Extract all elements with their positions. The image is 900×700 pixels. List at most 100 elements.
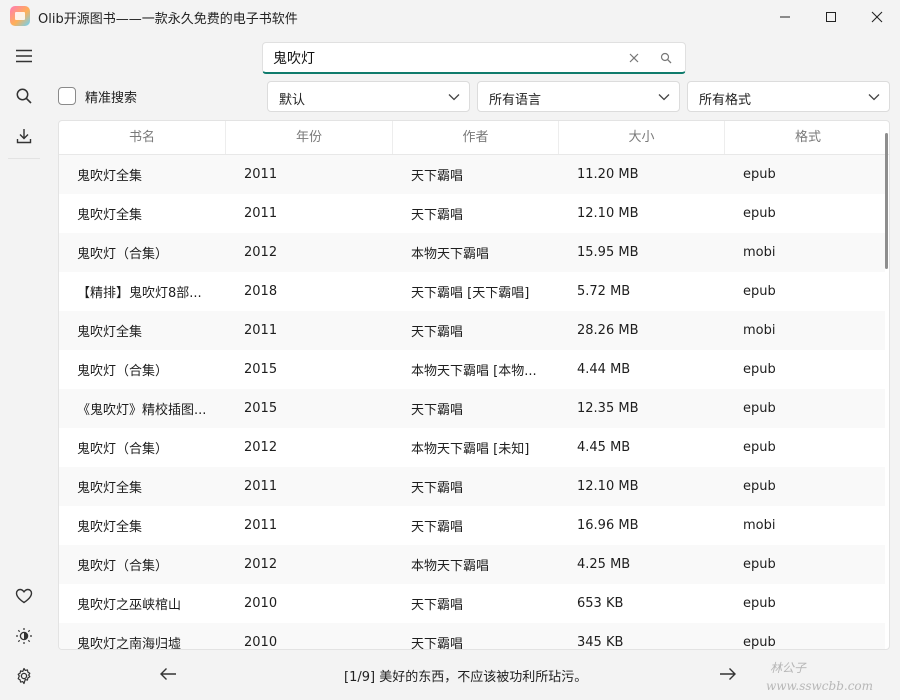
cell-size: 4.44 MB: [577, 362, 631, 377]
sidebar-item-search[interactable]: [6, 78, 42, 114]
table-row[interactable]: 鬼吹灯（合集） 2015 本物天下霸唱 [本物... 4.44 MB epub: [59, 350, 885, 389]
sidebar-item-downloads[interactable]: [6, 118, 42, 154]
table-body: 鬼吹灯全集 2011 天下霸唱 11.20 MB epub 鬼吹灯全集 2011 天下霸唱 12…: [59, 155, 885, 650]
column-header-year[interactable]: 年份: [226, 121, 393, 154]
sidebar-divider: [8, 158, 40, 159]
column-header-format[interactable]: 格式: [725, 121, 889, 154]
cell-format: epub: [743, 440, 776, 455]
table-row[interactable]: 鬼吹灯全集 2011 天下霸唱 11.20 MB epub: [59, 155, 885, 194]
close-button[interactable]: [854, 0, 900, 34]
table-row[interactable]: 【精排】鬼吹灯8部... 2018 天下霸唱 [天下霸唱] 5.72 MB epub: [59, 272, 885, 311]
table-row[interactable]: 鬼吹灯之南海归墟 2010 天下霸唱 345 KB epub: [59, 623, 885, 650]
results-table: 书名 年份 作者 大小 格式 鬼吹灯全集 2011 天下霸唱 11.20 MB epub…: [58, 120, 890, 650]
cell-title: 鬼吹灯全集: [77, 520, 143, 535]
minimize-button[interactable]: [762, 0, 808, 34]
cell-size: 12.35 MB: [577, 401, 639, 416]
cell-year: 2012: [244, 440, 278, 455]
table-row[interactable]: 鬼吹灯全集 2011 天下霸唱 28.26 MB mobi: [59, 311, 885, 350]
maximize-button[interactable]: [808, 0, 854, 34]
chevron-down-icon: [658, 91, 670, 103]
table-header: 书名 年份 作者 大小 格式: [59, 121, 889, 155]
minimize-icon: [780, 16, 790, 18]
table-row[interactable]: 《鬼吹灯》精校插图... 2015 天下霸唱 12.35 MB epub: [59, 389, 885, 428]
table-row[interactable]: 鬼吹灯全集 2011 天下霸唱 12.10 MB epub: [59, 467, 885, 506]
column-header-size[interactable]: 大小: [559, 121, 725, 154]
cell-format: epub: [743, 479, 776, 494]
exact-search-checkbox[interactable]: [58, 87, 76, 105]
cell-size: 28.26 MB: [577, 323, 639, 338]
cell-title: 【精排】鬼吹灯8部...: [77, 286, 202, 301]
hamburger-menu-icon: [16, 49, 32, 63]
cell-year: 2015: [244, 362, 278, 377]
cell-format: epub: [743, 635, 776, 650]
heart-icon: [15, 588, 33, 604]
format-dropdown-value: 所有格式: [699, 93, 752, 108]
cell-format: mobi: [743, 323, 776, 338]
format-dropdown[interactable]: 所有格式: [687, 81, 890, 112]
cell-author: 天下霸唱 [天下霸唱]: [411, 286, 530, 301]
cell-title: 鬼吹灯（合集）: [77, 442, 169, 457]
exact-search-label: 精准搜索: [85, 90, 138, 106]
cell-title: 鬼吹灯之南海归墟: [77, 637, 182, 650]
clear-search-button[interactable]: [625, 50, 643, 66]
cell-year: 2011: [244, 518, 278, 533]
cell-size: 4.25 MB: [577, 557, 631, 572]
sort-dropdown-value: 默认: [279, 93, 306, 108]
column-header-author[interactable]: 作者: [393, 121, 559, 154]
cell-author: 天下霸唱: [411, 637, 464, 650]
table-row[interactable]: 鬼吹灯（合集） 2012 本物天下霸唱 [未知] 4.45 MB epub: [59, 428, 885, 467]
cell-author: 本物天下霸唱: [411, 247, 490, 262]
search-submit-button[interactable]: [657, 50, 675, 66]
table-row[interactable]: 鬼吹灯全集 2011 天下霸唱 12.10 MB epub: [59, 194, 885, 233]
cell-year: 2011: [244, 323, 278, 338]
cell-format: epub: [743, 596, 776, 611]
cell-author: 本物天下霸唱 [未知]: [411, 442, 530, 457]
column-header-title[interactable]: 书名: [59, 121, 226, 154]
watermark-url: www.sswcbb.com: [766, 679, 874, 693]
search-input[interactable]: [273, 48, 613, 68]
cell-title: 鬼吹灯之巫峡棺山: [77, 598, 182, 613]
sidebar-item-favorites[interactable]: [6, 578, 42, 614]
cell-size: 4.45 MB: [577, 440, 631, 455]
cell-year: 2010: [244, 635, 278, 650]
sort-dropdown[interactable]: 默认: [267, 81, 470, 112]
cell-format: epub: [743, 401, 776, 416]
language-dropdown-value: 所有语言: [489, 93, 542, 108]
cell-format: epub: [743, 557, 776, 572]
table-row[interactable]: 鬼吹灯之巫峡棺山 2010 天下霸唱 653 KB epub: [59, 584, 885, 623]
cell-author: 天下霸唱: [411, 403, 464, 418]
cell-format: epub: [743, 206, 776, 221]
cell-title: 《鬼吹灯》精校插图...: [77, 403, 207, 418]
next-page-button[interactable]: [714, 660, 742, 688]
cell-format: epub: [743, 362, 776, 377]
table-scrollbar[interactable]: [885, 133, 888, 269]
cell-year: 2011: [244, 206, 278, 221]
cell-size: 15.95 MB: [577, 245, 639, 260]
download-icon: [16, 129, 32, 144]
exact-search-toggle[interactable]: 精准搜索: [58, 85, 137, 107]
cell-year: 2011: [244, 479, 278, 494]
table-row[interactable]: 鬼吹灯（合集） 2012 本物天下霸唱 15.95 MB mobi: [59, 233, 885, 272]
previous-page-button[interactable]: [154, 660, 182, 688]
close-icon: [871, 11, 883, 23]
cell-size: 12.10 MB: [577, 479, 639, 494]
cell-author: 天下霸唱: [411, 169, 464, 184]
settings-button[interactable]: [6, 658, 42, 694]
cell-size: 5.72 MB: [577, 284, 631, 299]
arrow-left-icon: [160, 668, 176, 680]
menu-button[interactable]: [6, 38, 42, 74]
cell-title: 鬼吹灯（合集）: [77, 559, 169, 574]
cell-format: epub: [743, 284, 776, 299]
cell-year: 2015: [244, 401, 278, 416]
table-row[interactable]: 鬼吹灯（合集） 2012 本物天下霸唱 4.25 MB epub: [59, 545, 885, 584]
cell-format: mobi: [743, 245, 776, 260]
theme-toggle-button[interactable]: [6, 618, 42, 654]
window-title: Olib开源图书——一款永久免费的电子书软件: [38, 12, 298, 27]
language-dropdown[interactable]: 所有语言: [477, 81, 680, 112]
cell-author: 天下霸唱: [411, 598, 464, 613]
cell-year: 2012: [244, 245, 278, 260]
search-icon: [660, 52, 672, 64]
cell-size: 653 KB: [577, 596, 624, 611]
search-icon: [16, 88, 32, 104]
table-row[interactable]: 鬼吹灯全集 2011 天下霸唱 16.96 MB mobi: [59, 506, 885, 545]
